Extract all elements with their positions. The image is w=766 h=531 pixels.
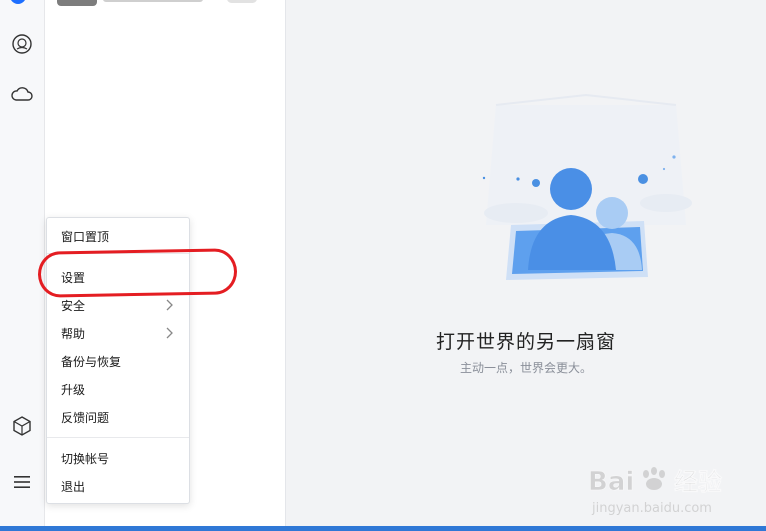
people-illustration-icon xyxy=(482,93,692,280)
status-badge xyxy=(227,0,257,3)
chevron-right-icon xyxy=(166,299,173,311)
menu-item-label: 安全 xyxy=(61,298,86,313)
contact-name-blurred xyxy=(103,0,203,2)
menu-item-switch-account[interactable]: 切换帐号 xyxy=(47,445,189,471)
left-rail xyxy=(0,0,45,531)
cube-icon[interactable] xyxy=(10,414,34,438)
main-area: 打开世界的另一扇窗 主动一点，世界会更大。 xyxy=(286,0,766,531)
menu-item-upgrade[interactable]: 升级 xyxy=(47,376,189,402)
baidu-jingyan-watermark: Bai 经验 jingyan.baidu.com xyxy=(588,467,723,516)
menu-item-label: 窗口置顶 xyxy=(61,229,110,244)
menu-item-label: 切换帐号 xyxy=(61,451,110,466)
menu-item-label: 帮助 xyxy=(61,326,86,341)
hamburger-menu-icon[interactable] xyxy=(10,470,34,494)
app-logo-icon[interactable] xyxy=(10,0,26,4)
menu-item-label: 升级 xyxy=(61,382,86,397)
taskbar-strip xyxy=(0,526,766,531)
cloud-icon[interactable] xyxy=(10,82,34,106)
svg-text:经验: 经验 xyxy=(674,468,722,496)
annotation-highlight-ring xyxy=(37,248,238,298)
menu-item-backup-restore[interactable]: 备份与恢复 xyxy=(47,348,189,374)
menu-item-label: 反馈问题 xyxy=(61,410,110,425)
chevron-right-icon xyxy=(166,327,173,339)
avatar xyxy=(57,0,97,6)
watermark-url: jingyan.baidu.com xyxy=(591,501,712,516)
svg-text:Bai: Bai xyxy=(588,467,634,497)
list-item[interactable] xyxy=(57,0,277,6)
menu-item-logout[interactable]: 退出 xyxy=(47,473,189,499)
menu-item-help[interactable]: 帮助 xyxy=(47,320,189,346)
menu-item-pin-window[interactable]: 窗口置顶 xyxy=(47,223,189,249)
menu-divider xyxy=(47,437,189,438)
empty-state-title: 打开世界的另一扇窗 xyxy=(435,331,616,353)
menu-item-label: 备份与恢复 xyxy=(61,354,122,369)
menu-item-label: 退出 xyxy=(61,479,86,494)
empty-state-subtitle: 主动一点，世界会更大。 xyxy=(459,361,592,375)
menu-item-feedback[interactable]: 反馈问题 xyxy=(47,404,189,430)
robot-face-icon[interactable] xyxy=(10,32,34,56)
